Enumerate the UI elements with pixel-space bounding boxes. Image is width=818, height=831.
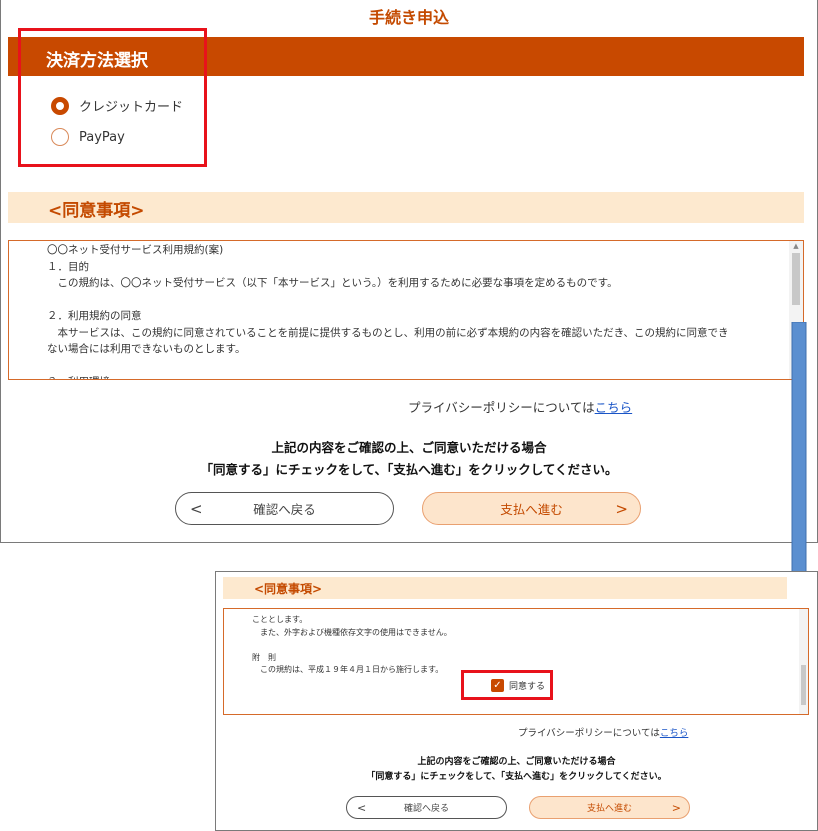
proceed-to-payment-button[interactable]: 支払へ進む > [422, 492, 641, 525]
agreement-checked-screen: <同意事項> こととします。 また、外字および機種依存文字の使用はできません。 … [215, 571, 818, 831]
inset-back-button-label: 確認へ戻る [403, 804, 449, 814]
privacy-policy-line: プライバシーポリシーについてはこちら [408, 397, 632, 416]
terms-scroll-box[interactable]: 〇〇ネット受付サービス利用規約(案) １．目的 この規約は、〇〇ネット受付サービ… [8, 240, 804, 380]
notice-line-1: 上記の内容をご確認の上、ご同意いただける場合 [271, 440, 547, 455]
inset-notice-line-2: 「同意する」にチェックをして、「支払へ進む」をクリックしてください。 [366, 772, 667, 782]
inset-next-button-label: 支払へ進む [586, 804, 632, 814]
main-screen: 手続き申込 決済方法選択 クレジットカード PayPay <同意事項> 〇〇ネッ… [0, 0, 818, 543]
scroll-thumb[interactable] [792, 253, 800, 305]
scroll-up-icon[interactable]: ▲ [789, 241, 803, 251]
privacy-text: プライバシーポリシーについては [408, 400, 595, 415]
next-button-label: 支払へ進む [500, 502, 563, 517]
chevron-right-icon: > [615, 499, 628, 518]
inset-privacy-policy-line: プライバシーポリシーについてはこちら [518, 725, 688, 739]
inset-terms-scrollbar[interactable] [799, 609, 808, 714]
inset-proceed-button[interactable]: 支払へ進む > [529, 796, 690, 819]
agreement-section-title: <同意事項> [48, 201, 145, 221]
agreement-section-header: <同意事項> [8, 192, 804, 223]
inset-terms-text: こととします。 また、外字および機種依存文字の使用はできません。 附 則 この規… [252, 615, 452, 674]
check-icon[interactable]: ✓ [491, 679, 504, 692]
inset-chevron-right-icon: > [671, 801, 681, 814]
inset-privacy-link[interactable]: こちら [660, 728, 689, 739]
back-to-confirm-button[interactable]: < 確認へ戻る [175, 492, 394, 525]
agree-checkbox-label[interactable]: 同意する [509, 679, 545, 692]
inset-back-button[interactable]: < 確認へ戻る [346, 796, 507, 819]
terms-text: 〇〇ネット受付サービス利用規約(案) １．目的 この規約は、〇〇ネット受付サービ… [47, 244, 729, 379]
inset-privacy-text: プライバシーポリシーについては [518, 728, 660, 739]
back-button-label: 確認へ戻る [253, 502, 316, 517]
inset-chevron-left-icon: < [357, 801, 367, 814]
inset-agreement-header: <同意事項> [223, 577, 787, 599]
notice-line-2: 「同意する」にチェックをして、「支払へ進む」をクリックしてください。 [200, 462, 618, 477]
page-title: 手続き申込 [368, 8, 449, 27]
inset-scroll-thumb[interactable] [801, 665, 806, 705]
payment-highlight-box [18, 28, 207, 167]
inset-agreement-title: <同意事項> [254, 582, 323, 596]
privacy-link[interactable]: こちら [595, 400, 633, 415]
inset-notice-line-1: 上記の内容をご確認の上、ご同意いただける場合 [417, 757, 616, 767]
chevron-left-icon: < [190, 499, 203, 518]
